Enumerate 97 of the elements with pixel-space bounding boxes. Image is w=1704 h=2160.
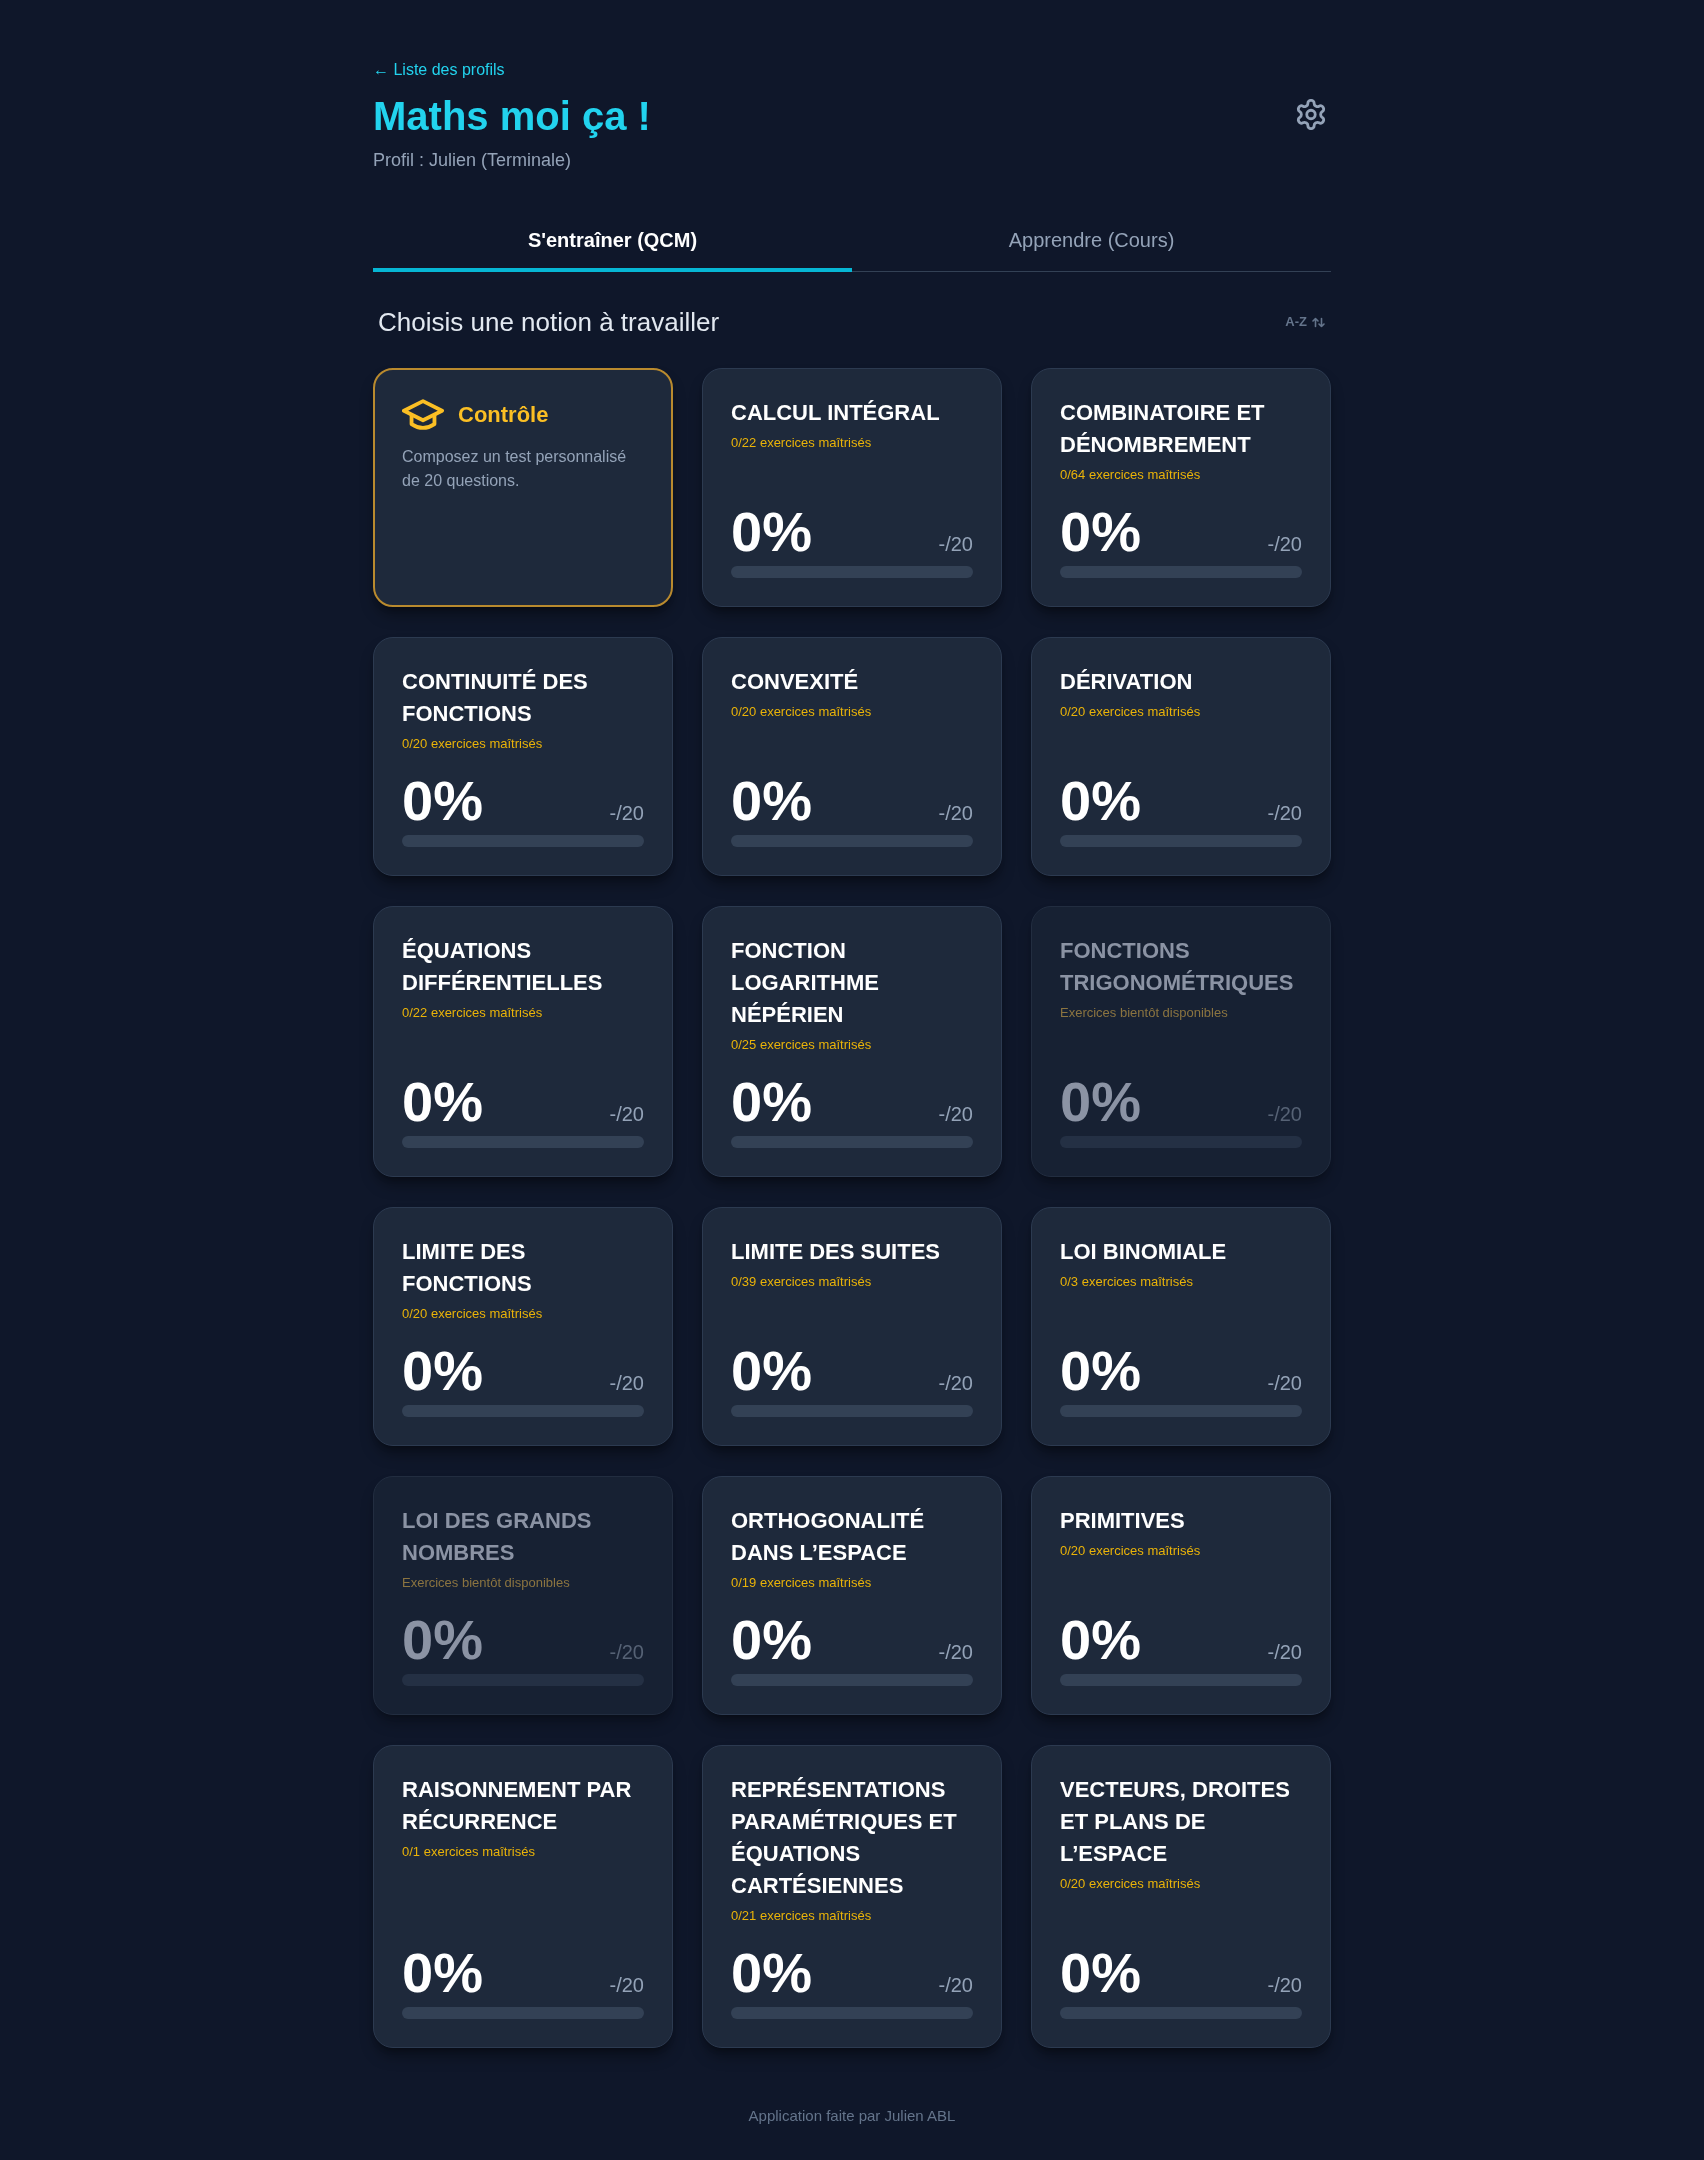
notion-title: REPRÉSENTATIONS PARAMÉTRIQUES ET ÉQUATIONS CARTÉSIENNES <box>731 1776 958 1900</box>
progress-label: 0/3 exercices maîtrisés <box>1060 1273 1193 1291</box>
percent-value: 0% <box>1060 1612 1141 1668</box>
score-value: -/20 <box>938 534 973 554</box>
control-title: Contrôle <box>458 401 549 429</box>
control-description: Composez un test personnalisé de 20 questions. <box>402 447 628 491</box>
notion-card[interactable]: RAISONNEMENT PAR RÉCURRENCE 0/1 exercices maîtrisés 0% -/20 <box>373 1745 673 2048</box>
percent-value: 0% <box>731 1945 812 2001</box>
control-card[interactable]: Contrôle Composez un test personnalisé de 20 questions. <box>373 368 673 607</box>
progress-label: Exercices bientôt disponibles <box>402 1574 570 1592</box>
notion-card[interactable]: COMBINATOIRE ET DÉNOMBREMENT 0/64 exercices maîtrisés 0% -/20 <box>1031 368 1331 607</box>
score-value: -/20 <box>938 1642 973 1662</box>
progress-label: 0/64 exercices maîtrisés <box>1060 466 1201 484</box>
notion-card[interactable]: CALCUL INTÉGRAL 0/22 exercices maîtrisés 0% -/20 <box>702 368 1002 607</box>
score-value: -/20 <box>609 1642 644 1662</box>
percent-value: 0% <box>402 1343 483 1399</box>
back-link[interactable]: ← Liste des profils <box>373 58 505 82</box>
score-value: -/20 <box>1267 803 1302 823</box>
progress-label: 0/20 exercices maîtrisés <box>1060 1875 1201 1893</box>
progress-label: 0/20 exercices maîtrisés <box>731 703 872 721</box>
percent-value: 0% <box>1060 773 1141 829</box>
graduation-cap-icon <box>402 399 444 431</box>
progress-label: 0/20 exercices maîtrisés <box>1060 1542 1201 1560</box>
percent-value: 0% <box>731 773 812 829</box>
notion-card[interactable]: REPRÉSENTATIONS PARAMÉTRIQUES ET ÉQUATIONS CARTÉSIENNES 0/21 exercices maîtrisés 0% -/20 <box>702 1745 1002 2048</box>
notion-title: FONCTIONS TRIGONOMÉTRIQUES <box>1060 937 1295 997</box>
percent-value: 0% <box>402 1612 483 1668</box>
percent-value: 0% <box>731 504 812 560</box>
score-value: -/20 <box>1267 1975 1302 1995</box>
notion-title: LIMITE DES FONCTIONS <box>402 1238 533 1298</box>
score-value: -/20 <box>938 803 973 823</box>
app-title: Maths moi ça ! <box>373 93 651 140</box>
percent-value: 0% <box>402 1945 483 2001</box>
notion-card[interactable]: ÉQUATIONS DIFFÉRENTIELLES 0/22 exercices maîtrisés 0% -/20 <box>373 906 673 1177</box>
percent-value: 0% <box>731 1074 812 1130</box>
percent-value: 0% <box>731 1343 812 1399</box>
settings-icon[interactable] <box>1296 99 1326 130</box>
notion-title: DÉRIVATION <box>1060 668 1193 696</box>
progress-label: Exercices bientôt disponibles <box>1060 1004 1228 1022</box>
score-value: -/20 <box>1267 534 1302 554</box>
score-value: -/20 <box>609 803 644 823</box>
notion-card[interactable]: DÉRIVATION 0/20 exercices maîtrisés 0% -/20 <box>1031 637 1331 876</box>
percent-value: 0% <box>731 1612 812 1668</box>
notion-card[interactable]: LIMITE DES SUITES 0/39 exercices maîtrisés 0% -/20 <box>702 1207 1002 1446</box>
progress-label: 0/21 exercices maîtrisés <box>731 1907 872 1925</box>
notion-card[interactable]: PRIMITIVES 0/20 exercices maîtrisés 0% -/20 <box>1031 1476 1331 1715</box>
score-value: -/20 <box>1267 1104 1302 1124</box>
notion-title: LOI DES GRANDS NOMBRES <box>402 1507 593 1567</box>
notion-title: CONTINUITÉ DES FONCTIONS <box>402 668 589 728</box>
progress-label: 0/19 exercices maîtrisés <box>731 1574 872 1592</box>
footer-credit: Application faite par Julien ABL <box>748 2106 956 2126</box>
notion-title: LOI BINOMIALE <box>1060 1238 1227 1266</box>
progress-label: 0/20 exercices maîtrisés <box>1060 703 1201 721</box>
score-value: -/20 <box>1267 1373 1302 1393</box>
progress-label: 0/20 exercices maîtrisés <box>402 735 543 753</box>
notion-title: PRIMITIVES <box>1060 1507 1185 1535</box>
percent-value: 0% <box>1060 1074 1141 1130</box>
percent-value: 0% <box>1060 504 1141 560</box>
progress-label: 0/1 exercices maîtrisés <box>402 1843 535 1861</box>
percent-value: 0% <box>402 773 483 829</box>
notion-title: RAISONNEMENT PAR RÉCURRENCE <box>402 1776 633 1836</box>
sort-icon <box>1312 316 1325 328</box>
notion-card[interactable]: CONVEXITÉ 0/20 exercices maîtrisés 0% -/20 <box>702 637 1002 876</box>
progress-label: 0/20 exercices maîtrisés <box>402 1305 543 1323</box>
tab[interactable]: Apprendre (Cours) <box>852 212 1331 272</box>
sort-button[interactable]: A-Z <box>1285 314 1325 330</box>
tab[interactable]: S'entraîner (QCM) <box>373 212 852 272</box>
percent-value: 0% <box>1060 1945 1141 2001</box>
progress-label: 0/39 exercices maîtrisés <box>731 1273 872 1291</box>
notion-card[interactable]: LOI BINOMIALE 0/3 exercices maîtrisés 0% -/20 <box>1031 1207 1331 1446</box>
notion-card[interactable]: CONTINUITÉ DES FONCTIONS 0/20 exercices maîtrisés 0% -/20 <box>373 637 673 876</box>
score-value: -/20 <box>609 1975 644 1995</box>
progress-label: 0/22 exercices maîtrisés <box>402 1004 543 1022</box>
percent-value: 0% <box>402 1074 483 1130</box>
notion-card[interactable]: ORTHOGONALITÉ DANS L’ESPACE 0/19 exercices maîtrisés 0% -/20 <box>702 1476 1002 1715</box>
percent-value: 0% <box>1060 1343 1141 1399</box>
profile-label: Profil : Julien (Terminale) <box>373 149 572 172</box>
notion-title: COMBINATOIRE ET DÉNOMBREMENT <box>1060 399 1266 459</box>
section-heading: Choisis une notion à travailler <box>378 306 720 339</box>
notion-title: CONVEXITÉ <box>731 668 859 696</box>
notion-title: ORTHOGONALITÉ DANS L’ESPACE <box>731 1507 926 1567</box>
notion-card[interactable]: LIMITE DES FONCTIONS 0/20 exercices maîtrisés 0% -/20 <box>373 1207 673 1446</box>
notion-title: ÉQUATIONS DIFFÉRENTIELLES <box>402 937 604 997</box>
progress-label: 0/25 exercices maîtrisés <box>731 1036 872 1054</box>
notion-title: VECTEURS, DROITES ET PLANS DE L’ESPACE <box>1060 1776 1291 1868</box>
score-value: -/20 <box>938 1104 973 1124</box>
progress-label: 0/22 exercices maîtrisés <box>731 434 872 452</box>
notion-title: LIMITE DES SUITES <box>731 1238 941 1266</box>
score-value: -/20 <box>609 1104 644 1124</box>
score-value: -/20 <box>938 1975 973 1995</box>
notion-title: CALCUL INTÉGRAL <box>731 399 940 427</box>
notion-card[interactable]: FONCTION LOGARITHME NÉPÉRIEN 0/25 exercices maîtrisés 0% -/20 <box>702 906 1002 1177</box>
notion-card[interactable]: VECTEURS, DROITES ET PLANS DE L’ESPACE 0/20 exercices maîtrisés 0% -/20 <box>1031 1745 1331 2048</box>
notion-title: FONCTION LOGARITHME NÉPÉRIEN <box>731 937 880 1029</box>
score-value: -/20 <box>609 1373 644 1393</box>
score-value: -/20 <box>1267 1642 1302 1662</box>
score-value: -/20 <box>938 1373 973 1393</box>
